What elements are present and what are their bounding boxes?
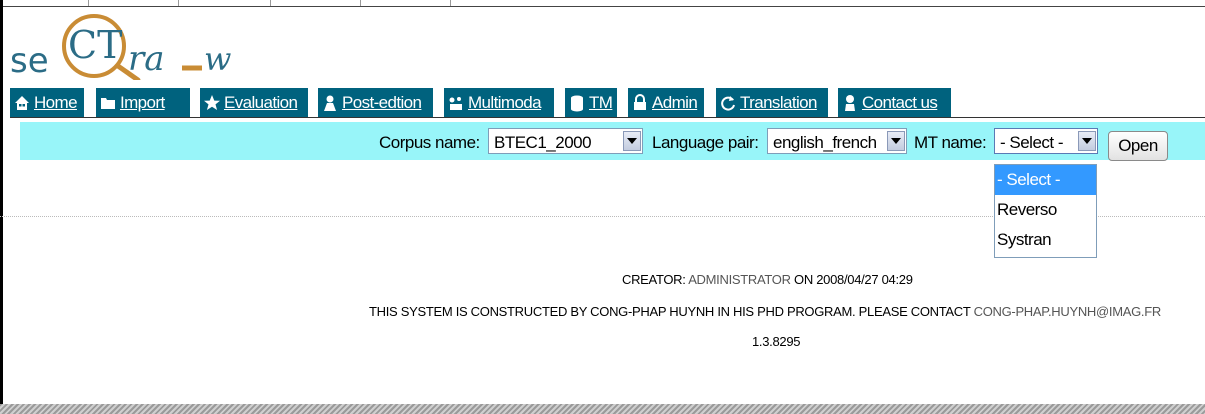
mt-option-reverso[interactable]: Reverso [995, 195, 1096, 225]
folder-icon [97, 92, 119, 114]
window-bottom-frame [0, 404, 1205, 414]
mt-option-systran[interactable]: Systran [995, 225, 1096, 255]
home-icon [11, 92, 33, 114]
mt-name-value: - Select - [1000, 133, 1064, 152]
chevron-down-icon[interactable] [1078, 131, 1096, 151]
star-icon [201, 92, 223, 114]
nav-evaluation[interactable]: Evaluation [200, 88, 308, 117]
version-text: 1.3.8295 [752, 334, 801, 349]
creator-date: ON 2008/04/27 04:29 [794, 272, 913, 287]
creator-line: CREATOR: ADMINISTRATOR ON 2008/04/27 04:… [0, 272, 1205, 287]
nav-admin[interactable]: Admin [628, 88, 704, 117]
nav-contact-label: Contact us [862, 92, 938, 112]
multimodal-icon [445, 92, 467, 114]
nav-underline [10, 117, 1205, 118]
user-icon [319, 92, 341, 114]
chevron-down-icon[interactable] [623, 131, 641, 151]
nav-admin-label: Admin [652, 92, 698, 112]
mt-name-label: MT name: [914, 133, 987, 152]
main-nav: Home Import Evaluation Post-edtion Multi… [10, 88, 1205, 118]
language-pair-select[interactable]: english_french [767, 128, 907, 154]
database-icon [566, 92, 588, 114]
nav-post-edition[interactable]: Post-edtion [318, 88, 433, 117]
lock-icon [629, 92, 651, 114]
version-line: 1.3.8295 [0, 334, 1205, 349]
creator-label: CREATOR: [622, 272, 686, 287]
nav-tm-label: TM [589, 92, 613, 112]
svg-text:se: se [10, 41, 49, 80]
selection-toolbar: Corpus name: BTEC1_2000 Language pair: e… [20, 122, 1205, 161]
language-pair-label: Language pair: [652, 133, 759, 152]
mt-name-select[interactable]: - Select - [994, 128, 1098, 154]
chevron-down-icon[interactable] [887, 131, 905, 151]
mt-option-select[interactable]: - Select - [995, 165, 1096, 195]
notice-line: THIS SYSTEM IS CONSTRUCTED BY CONG-PHAP … [0, 304, 1205, 319]
nav-multimodal[interactable]: Multimoda [444, 88, 554, 117]
nav-translation-label: Translation [740, 92, 817, 112]
sectraw-logo: se CT ra w [10, 14, 231, 80]
nav-home[interactable]: Home [10, 88, 84, 117]
nav-post-edition-label: Post-edtion [342, 92, 422, 112]
contact-email-link[interactable]: CONG-PHAP.HUYNH@IMAG.FR [974, 304, 1162, 319]
language-pair-value: english_french [773, 133, 877, 152]
nav-contact[interactable]: Contact us [838, 88, 951, 117]
svg-text:CT: CT [68, 23, 122, 67]
mt-name-dropdown-list: - Select - Reverso Systran [994, 164, 1097, 258]
window-top-frame [0, 0, 1205, 7]
nav-import-label: Import [120, 92, 165, 112]
corpus-select[interactable]: BTEC1_2000 [488, 128, 643, 154]
svg-text:w: w [204, 40, 231, 78]
nav-evaluation-label: Evaluation [224, 92, 298, 112]
open-button[interactable]: Open [1108, 131, 1168, 161]
refresh-icon [717, 92, 739, 114]
notice-text: THIS SYSTEM IS CONSTRUCTED BY CONG-PHAP … [369, 304, 971, 319]
svg-text:ra: ra [128, 39, 165, 79]
contact-icon [839, 92, 861, 114]
nav-import[interactable]: Import [96, 88, 190, 117]
nav-tm[interactable]: TM [565, 88, 617, 117]
corpus-label: Corpus name: [379, 133, 480, 152]
nav-translation[interactable]: Translation [716, 88, 828, 117]
nav-home-label: Home [34, 92, 78, 112]
nav-multimodal-label: Multimoda [468, 92, 542, 112]
corpus-value: BTEC1_2000 [494, 133, 592, 152]
creator-name-link[interactable]: ADMINISTRATOR [688, 272, 791, 287]
